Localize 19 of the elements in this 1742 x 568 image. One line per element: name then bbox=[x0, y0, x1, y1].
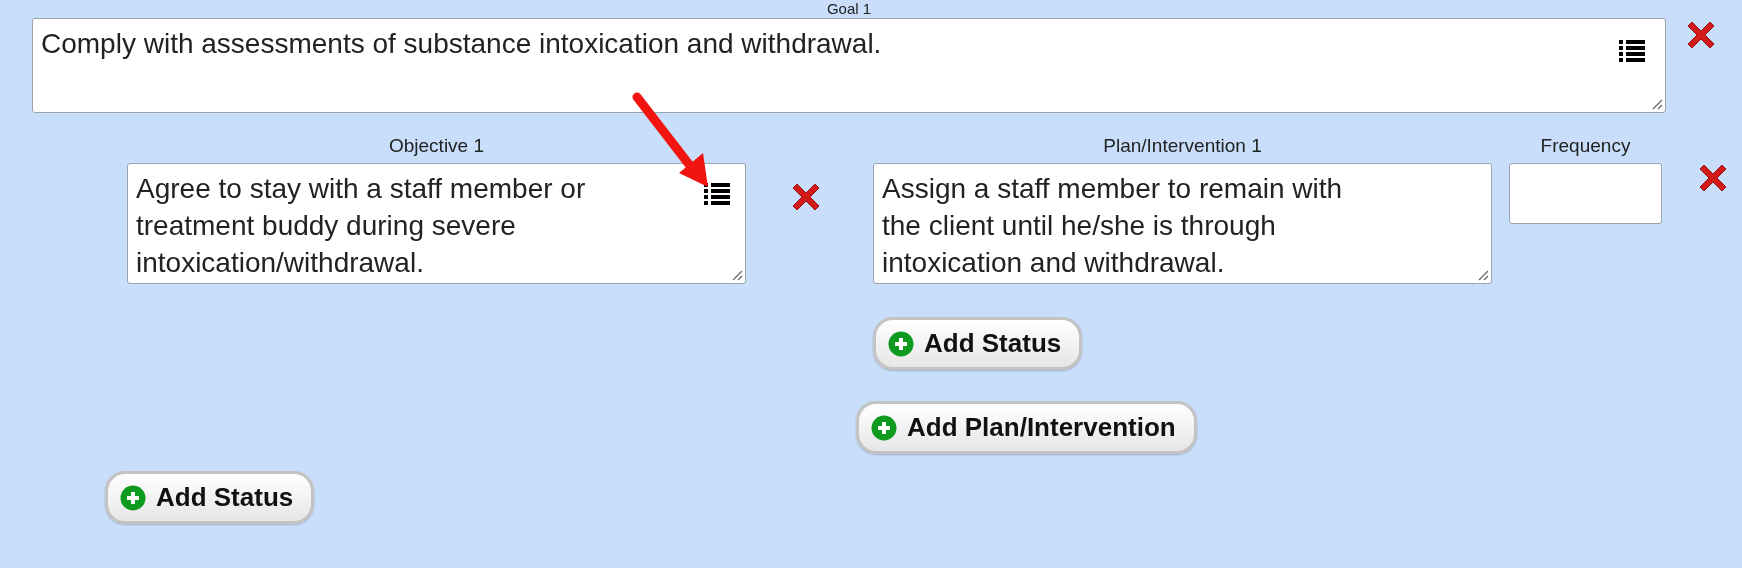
resize-grip-icon[interactable] bbox=[1477, 269, 1489, 281]
input-field[interactable] bbox=[1509, 163, 1662, 224]
field-label: Goal 1 bbox=[826, 0, 872, 17]
field-label: Frequency bbox=[1540, 135, 1631, 157]
list-icon[interactable] bbox=[704, 182, 730, 205]
plus-icon bbox=[871, 414, 897, 441]
plus-icon bbox=[120, 484, 146, 511]
text-area[interactable]: Comply with assessments of substance intoxication and withdrawal. bbox=[32, 18, 1666, 113]
add-button[interactable]: Add Status bbox=[873, 317, 1083, 370]
field-label: Objective 1 bbox=[388, 135, 484, 157]
list-icon[interactable] bbox=[1619, 39, 1645, 62]
text-area[interactable]: Assign a staff member to remain with the client until he/she is through intoxication and withdrawal. bbox=[873, 163, 1492, 284]
resize-grip-icon[interactable] bbox=[1651, 98, 1663, 110]
text-area[interactable]: Agree to stay with a staff member or treatment buddy during severe intoxication/withdrawal. bbox=[127, 163, 746, 284]
plus-icon bbox=[888, 330, 914, 357]
add-button[interactable]: Add Plan/Intervention bbox=[856, 401, 1197, 454]
field-label: Plan/Intervention 1 bbox=[1103, 135, 1262, 157]
add-button[interactable]: Add Status bbox=[105, 471, 315, 524]
resize-grip-icon[interactable] bbox=[731, 269, 743, 281]
